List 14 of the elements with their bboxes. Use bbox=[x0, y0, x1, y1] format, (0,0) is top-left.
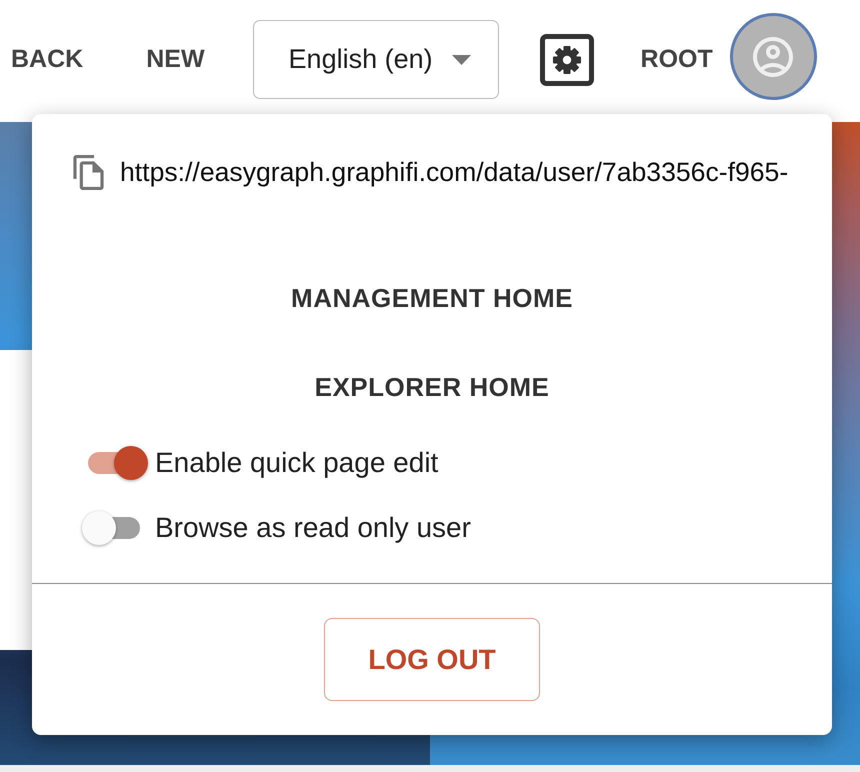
copy-icon[interactable] bbox=[73, 154, 104, 190]
menu-link[interactable]: MANAGEMENT HOME bbox=[283, 273, 581, 323]
toggle-label: Enable quick page edit bbox=[155, 447, 438, 479]
user-icon bbox=[753, 36, 794, 76]
profile-url: https://easygraph.graphifi.com/data/user/7ab3356c-f965- bbox=[120, 156, 788, 188]
logout-button[interactable]: LOG OUT bbox=[324, 618, 540, 701]
menu-link[interactable]: EXPLORER HOME bbox=[306, 362, 558, 412]
settings-icon[interactable] bbox=[540, 34, 594, 86]
toggle-label: Browse as read only user bbox=[155, 512, 471, 544]
caret-icon bbox=[452, 54, 471, 64]
nav-link[interactable]: BACK bbox=[11, 45, 84, 74]
user-name: ROOT bbox=[640, 45, 713, 74]
language-select[interactable]: English (en) bbox=[252, 20, 499, 99]
nav-link[interactable]: NEW bbox=[146, 45, 205, 74]
